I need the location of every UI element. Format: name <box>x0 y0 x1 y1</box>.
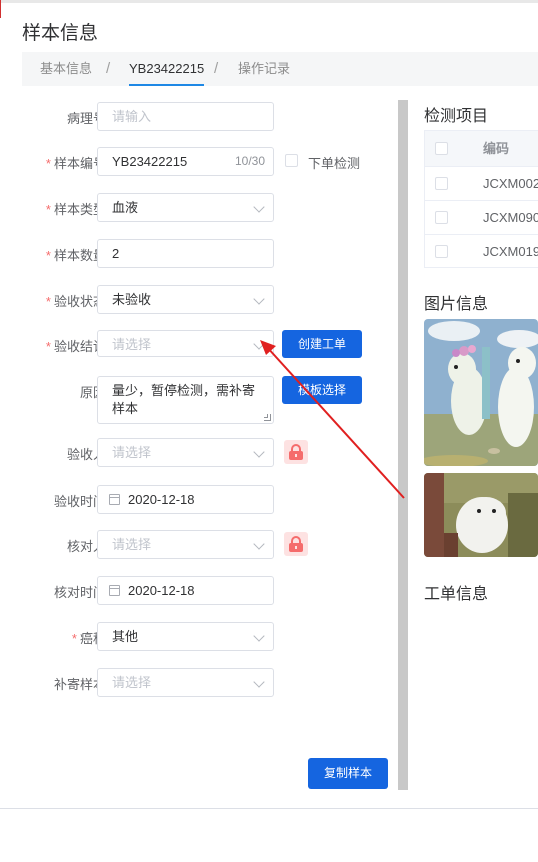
work-order-title: 工单信息 <box>424 586 489 603</box>
tab-separator: / <box>106 60 111 77</box>
check-time-picker[interactable]: 2020-12-18 <box>97 576 274 605</box>
column-header-code: 编码 <box>483 141 510 156</box>
chevron-down-icon <box>253 446 265 458</box>
reason-textarea[interactable]: 量少，暂停检测，需补寄样本 <box>97 376 274 424</box>
table-header: 编码 <box>425 131 538 167</box>
lock-icon[interactable] <box>284 532 308 556</box>
create-work-order-button[interactable]: 创建工单 <box>282 330 362 358</box>
accept-time-picker[interactable]: 2020-12-18 <box>97 485 274 514</box>
chevron-down-icon <box>253 293 265 305</box>
item-code: JCXM002 <box>483 176 538 191</box>
sample-no-input[interactable]: YB23422215 10/30 <box>97 147 274 176</box>
divider <box>0 808 538 809</box>
tab-operation-log[interactable]: 操作记录 <box>238 52 290 86</box>
image-info-title: 图片信息 <box>424 296 489 313</box>
page-title: 样本信息 <box>22 23 99 44</box>
checker-select[interactable]: 请选择 <box>97 530 274 559</box>
sample-image-2[interactable] <box>424 473 538 557</box>
top-shade <box>0 0 538 3</box>
acceptor-select[interactable]: 请选择 <box>97 438 274 467</box>
edge-mark <box>0 0 1 18</box>
table-row[interactable]: JCXM090 <box>425 201 538 235</box>
sample-qty-input[interactable]: 2 <box>97 239 274 268</box>
calendar-icon <box>109 494 120 505</box>
tab-basic-info[interactable]: 基本信息 <box>40 52 92 86</box>
tab-bar: 基本信息 / YB23422215 / 操作记录 <box>22 52 538 86</box>
sample-form: 病理号 请输入 * 样本编号 YB23422215 10/30 下单检测 * 样本类… <box>22 92 396 792</box>
select-all-checkbox[interactable] <box>435 142 448 155</box>
order-detection-checkbox[interactable] <box>285 154 298 167</box>
lock-icon[interactable] <box>284 440 308 464</box>
table-row[interactable]: JCXM002 <box>425 167 538 201</box>
resend-sample-select[interactable]: 请选择 <box>97 668 274 697</box>
resize-handle-icon[interactable] <box>264 414 271 421</box>
item-code: JCXM019 <box>483 244 538 259</box>
row-checkbox[interactable] <box>435 177 448 190</box>
chevron-down-icon <box>253 676 265 688</box>
row-checkbox[interactable] <box>435 245 448 258</box>
char-counter: 10/30 <box>234 154 265 168</box>
cancer-type-select[interactable]: 其他 <box>97 622 274 651</box>
template-select-button[interactable]: 模板选择 <box>282 376 362 404</box>
tab-sample-id[interactable]: YB23422215 <box>129 52 205 86</box>
chevron-down-icon <box>253 338 265 350</box>
chevron-down-icon <box>253 538 265 550</box>
scrollbar[interactable] <box>398 100 408 790</box>
item-code: JCXM090 <box>483 210 538 225</box>
chevron-down-icon <box>253 630 265 642</box>
row-checkbox[interactable] <box>435 211 448 224</box>
order-detection-label: 下单检测 <box>308 156 361 171</box>
pathology-no-input[interactable]: 请输入 <box>97 102 274 131</box>
accept-status-select[interactable]: 未验收 <box>97 285 274 314</box>
detection-items-title: 检测项目 <box>424 108 489 125</box>
sample-image-1[interactable] <box>424 319 538 466</box>
calendar-icon <box>109 585 120 596</box>
accept-conclusion-select[interactable]: 请选择 <box>97 330 274 357</box>
table-row[interactable]: JCXM019 <box>425 235 538 267</box>
copy-sample-button[interactable]: 复制样本 <box>308 758 388 789</box>
tab-separator: / <box>214 60 219 77</box>
sample-type-select[interactable]: 血液 <box>97 193 274 222</box>
detection-table: 编码 JCXM002 JCXM090 JCXM019 <box>424 130 538 268</box>
chevron-down-icon <box>253 201 265 213</box>
